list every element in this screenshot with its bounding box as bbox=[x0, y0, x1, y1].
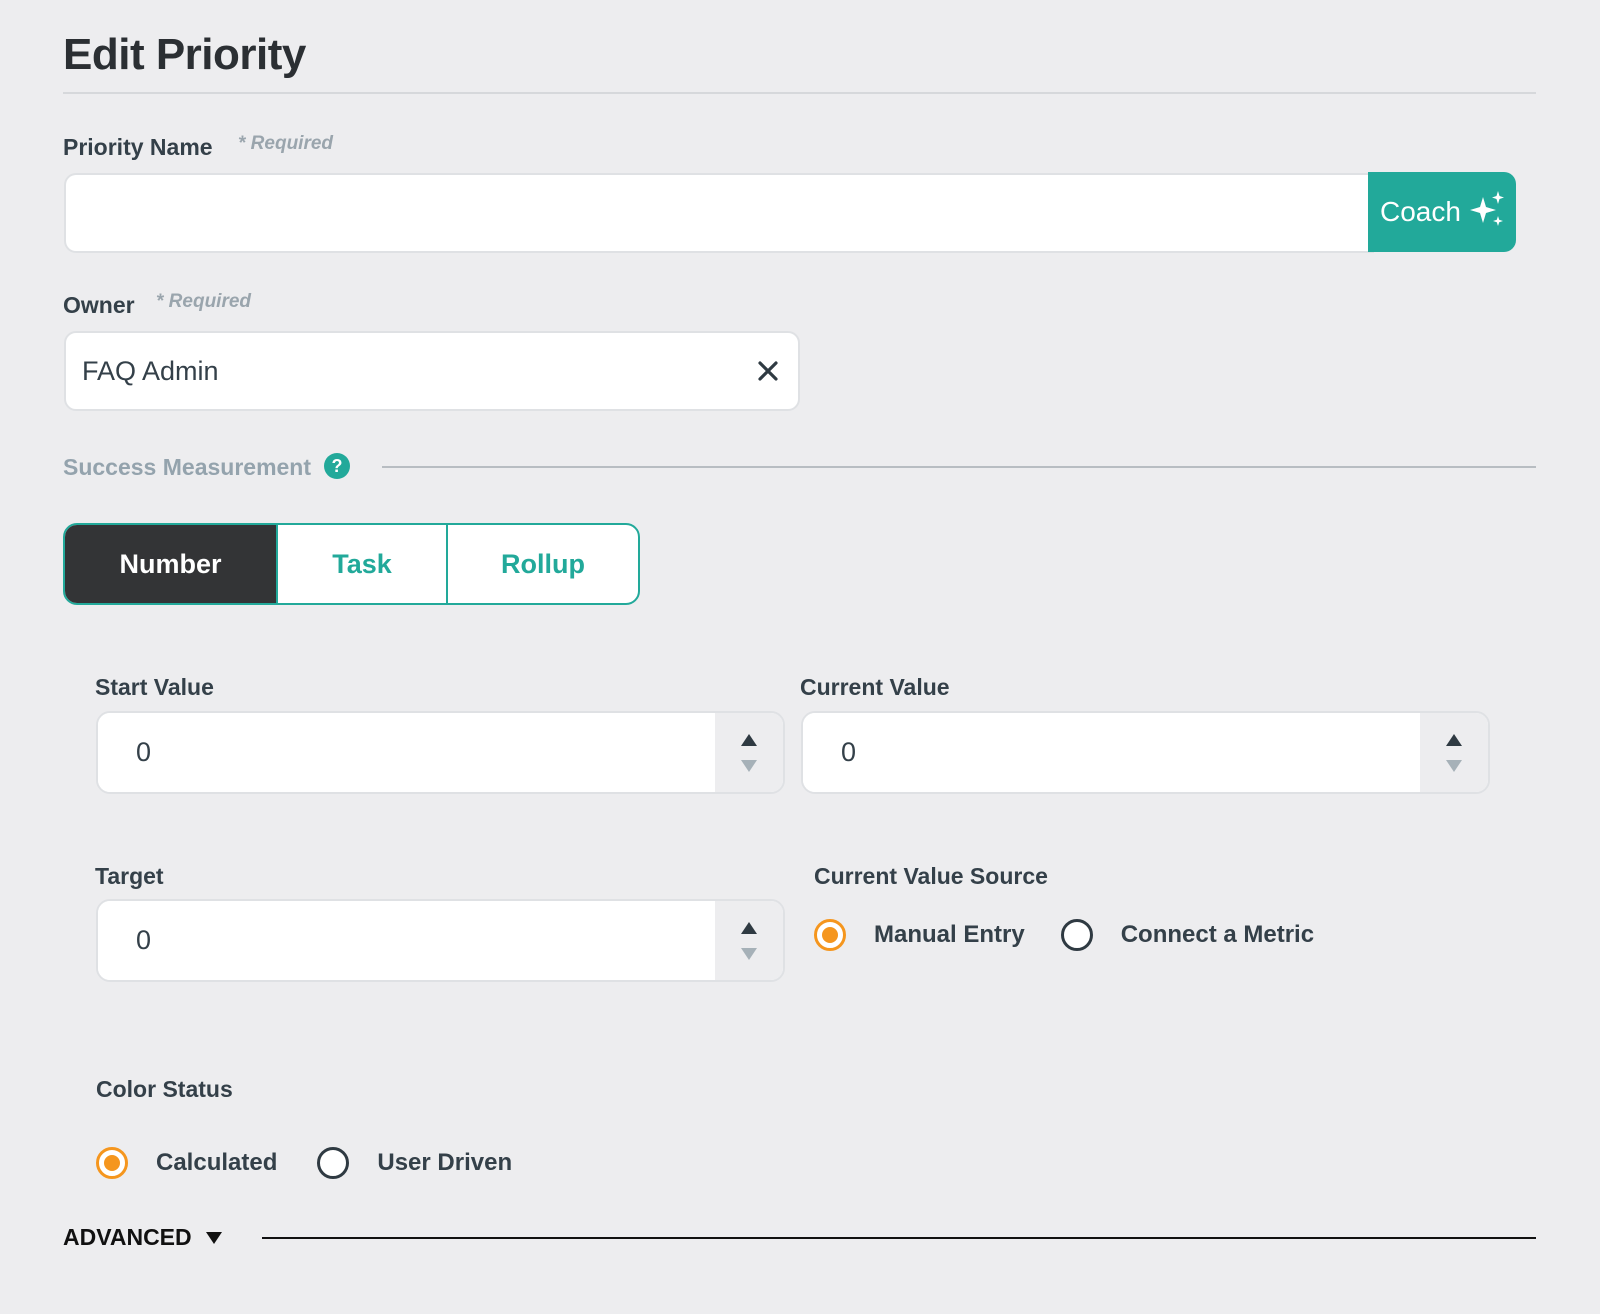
owner-value: FAQ Admin bbox=[82, 355, 219, 386]
start-value-stepper[interactable]: 0 bbox=[96, 711, 785, 794]
target-stepper[interactable]: 0 bbox=[96, 899, 785, 982]
current-value-stepper[interactable]: 0 bbox=[801, 711, 1490, 794]
sparkle-icon bbox=[1467, 189, 1507, 236]
user-driven-label[interactable]: User Driven bbox=[377, 1149, 512, 1177]
manual-entry-label[interactable]: Manual Entry bbox=[874, 921, 1025, 949]
decrement-icon[interactable] bbox=[1446, 759, 1462, 772]
start-value-spinner bbox=[715, 713, 783, 792]
coach-button-label: Coach bbox=[1380, 196, 1461, 227]
color-status-label: Color Status bbox=[96, 1076, 233, 1102]
connect-metric-label[interactable]: Connect a Metric bbox=[1121, 921, 1314, 949]
tab-task[interactable]: Task bbox=[278, 525, 448, 603]
measurement-type-toggle: Number Task Rollup bbox=[63, 523, 640, 605]
tab-rollup[interactable]: Rollup bbox=[448, 525, 638, 603]
priority-name-label: Priority Name bbox=[63, 134, 213, 160]
current-value-spinner bbox=[1420, 713, 1488, 792]
tab-number[interactable]: Number bbox=[65, 525, 278, 603]
decrement-icon[interactable] bbox=[741, 759, 757, 772]
coach-button[interactable]: Coach bbox=[1368, 172, 1516, 252]
help-icon[interactable]: ? bbox=[324, 453, 350, 479]
calculated-label[interactable]: Calculated bbox=[156, 1149, 277, 1177]
manual-entry-radio[interactable] bbox=[814, 919, 846, 951]
current-value-source-label: Current Value Source bbox=[814, 863, 1048, 889]
target-spinner bbox=[715, 901, 783, 980]
chevron-down-icon bbox=[205, 1231, 222, 1244]
success-measurement-label: Success Measurement bbox=[63, 454, 312, 480]
success-measurement-divider bbox=[382, 466, 1536, 468]
advanced-label: ADVANCED bbox=[63, 1224, 192, 1250]
current-value-label: Current Value bbox=[800, 674, 950, 700]
owner-select[interactable]: FAQ Admin bbox=[64, 331, 800, 411]
priority-name-required: * Required bbox=[238, 133, 334, 154]
close-icon[interactable] bbox=[754, 357, 782, 385]
title-divider bbox=[63, 92, 1536, 94]
decrement-icon[interactable] bbox=[741, 947, 757, 960]
calculated-radio[interactable] bbox=[96, 1147, 128, 1179]
increment-icon[interactable] bbox=[741, 921, 757, 934]
advanced-divider bbox=[262, 1237, 1536, 1239]
connect-metric-radio[interactable] bbox=[1060, 919, 1093, 951]
current-value-source-group: Manual Entry Connect a Metric bbox=[814, 919, 1314, 951]
owner-label: Owner bbox=[63, 292, 135, 318]
advanced-toggle[interactable]: ADVANCED bbox=[63, 1224, 222, 1251]
start-value-input[interactable]: 0 bbox=[98, 713, 715, 792]
color-status-group: Calculated User Driven bbox=[96, 1147, 512, 1179]
target-label: Target bbox=[95, 863, 164, 889]
current-value-input[interactable]: 0 bbox=[803, 713, 1420, 792]
priority-name-input[interactable] bbox=[64, 173, 1374, 253]
increment-icon[interactable] bbox=[1446, 733, 1462, 746]
page-title: Edit Priority bbox=[63, 30, 306, 79]
start-value-label: Start Value bbox=[95, 674, 214, 700]
user-driven-radio[interactable] bbox=[317, 1147, 350, 1179]
target-input[interactable]: 0 bbox=[98, 901, 715, 980]
owner-required: * Required bbox=[156, 291, 252, 312]
increment-icon[interactable] bbox=[741, 733, 757, 746]
